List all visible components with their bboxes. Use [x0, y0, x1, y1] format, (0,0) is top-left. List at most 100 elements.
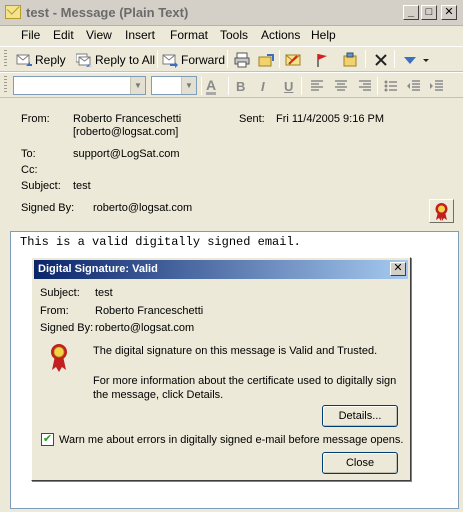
align-right-button[interactable] [357, 76, 376, 96]
digital-signature-dialog: Digital Signature: Valid ✕ Subject: test… [31, 257, 411, 481]
to-label: To: [21, 148, 36, 160]
toolbar-separator [279, 50, 280, 68]
move-folder-icon [258, 52, 274, 68]
menu-tools[interactable]: Tools [220, 28, 248, 42]
maximize-button[interactable]: □ [421, 5, 437, 20]
address-book-icon [342, 52, 358, 68]
dialog-subject-value: test [95, 287, 113, 299]
menu-help[interactable]: Help [311, 28, 336, 42]
to-value[interactable]: support@LogSat.com [73, 148, 180, 160]
cc-label: Cc: [21, 164, 38, 176]
reply-label: Reply [35, 53, 66, 67]
certificate-ribbon-icon [51, 344, 67, 372]
increase-indent-icon [429, 78, 445, 94]
align-right-icon [357, 78, 373, 94]
toolbar-grip[interactable] [4, 76, 7, 94]
message-body-text: This is a valid digitally signed email. [20, 235, 301, 249]
follow-up-flag-button[interactable] [314, 50, 333, 70]
toolbar-grip[interactable] [4, 50, 7, 68]
info-text-line2: the message, click Details. [93, 389, 224, 401]
menu-actions[interactable]: Actions [261, 28, 300, 42]
warn-checkbox[interactable]: ✔ [41, 433, 54, 446]
decrease-indent-icon [406, 78, 422, 94]
arrow-down-icon [402, 52, 418, 68]
bullets-icon [383, 78, 399, 94]
reply-button[interactable]: Reply [16, 50, 66, 70]
font-size-combo[interactable]: ▼ [151, 76, 197, 95]
dialog-close-button[interactable]: ✕ [390, 262, 406, 276]
font-color-icon: A [206, 76, 217, 95]
window-title: test - Message (Plain Text) [26, 5, 189, 20]
print-button[interactable] [234, 50, 253, 70]
envelope-delete-icon [285, 52, 301, 68]
align-center-icon [333, 78, 349, 94]
dialog-from-label: From: [40, 305, 69, 317]
toolbar-separator [301, 77, 302, 95]
from-email[interactable]: [roberto@logsat.com] [73, 126, 178, 138]
bullets-button[interactable] [383, 76, 402, 96]
subject-value: test [73, 180, 91, 192]
close-button[interactable]: ✕ [441, 5, 457, 20]
subject-label: Subject: [21, 180, 61, 192]
dialog-subject-label: Subject: [40, 287, 80, 299]
toolbar-separator [365, 50, 366, 68]
dialog-title: Digital Signature: Valid [38, 263, 158, 275]
chevron-down-icon[interactable]: ▼ [181, 77, 196, 94]
sent-value: Fri 11/4/2005 9:16 PM [276, 113, 385, 125]
reply-all-icon [75, 52, 92, 68]
details-button[interactable]: Details... [322, 405, 398, 427]
menu-insert[interactable]: Insert [125, 28, 155, 42]
printer-icon [234, 52, 250, 68]
minimize-button[interactable]: _ [403, 5, 419, 20]
delete-message-button[interactable] [285, 50, 304, 70]
title-bar: test - Message (Plain Text) _ □ ✕ [0, 0, 463, 26]
toolbar-separator [377, 77, 378, 95]
reply-icon [16, 52, 32, 68]
formatting-toolbar: ▼ ▼ A B I U [0, 72, 463, 98]
more-options-dropdown[interactable] [422, 50, 433, 70]
reply-all-button[interactable]: Reply to All [75, 50, 155, 70]
forward-label: Forward [181, 53, 226, 67]
from-name[interactable]: Roberto Franceschetti [73, 113, 181, 125]
dialog-from-value: Roberto Franceschetti [95, 305, 204, 317]
chevron-down-icon[interactable]: ▼ [130, 77, 145, 94]
signed-by-value: roberto@logsat.com [93, 202, 193, 214]
toolbar-separator [227, 50, 228, 68]
menu-file[interactable]: File [21, 28, 40, 42]
warn-checkbox-label[interactable]: Warn me about errors in digitally signed… [59, 434, 403, 446]
menu-format[interactable]: Format [170, 28, 208, 42]
dialog-signed-label: Signed By: [40, 322, 94, 334]
decrease-indent-button[interactable] [406, 76, 425, 96]
move-to-folder-button[interactable] [258, 50, 277, 70]
align-left-button[interactable] [309, 76, 328, 96]
certificate-ribbon-icon [435, 203, 448, 221]
underline-button[interactable]: U [284, 76, 293, 96]
from-label: From: [21, 113, 50, 125]
address-book-button[interactable] [342, 50, 361, 70]
menu-view[interactable]: View [86, 28, 112, 42]
dialog-signed-value: roberto@logsat.com [95, 322, 195, 334]
previous-item-button[interactable] [402, 50, 421, 70]
standard-toolbar: Reply Reply to All Forward [0, 46, 463, 72]
dialog-title-bar[interactable]: Digital Signature: Valid ✕ [34, 260, 408, 279]
toolbar-separator [201, 77, 202, 95]
bold-button[interactable]: B [236, 76, 245, 96]
align-left-icon [309, 78, 325, 94]
increase-indent-button[interactable] [429, 76, 448, 96]
delete-button[interactable] [373, 50, 392, 70]
toolbar-separator [394, 50, 395, 68]
close-dialog-button[interactable]: Close [322, 452, 398, 474]
signature-button[interactable] [429, 199, 454, 223]
align-center-button[interactable] [333, 76, 352, 96]
toolbar-separator [157, 50, 158, 68]
info-text-line1: For more information about the certifica… [93, 375, 397, 387]
envelope-icon [5, 5, 21, 19]
italic-button[interactable]: I [261, 76, 265, 96]
font-name-combo[interactable]: ▼ [13, 76, 146, 95]
forward-button[interactable]: Forward [162, 50, 225, 70]
chevron-down-icon [422, 52, 430, 68]
signature-status-message: The digital signature on this message is… [93, 345, 378, 357]
menu-bar: File Edit View Insert Format Tools Actio… [0, 26, 463, 45]
font-color-button[interactable]: A [206, 76, 217, 96]
menu-edit[interactable]: Edit [53, 28, 74, 42]
